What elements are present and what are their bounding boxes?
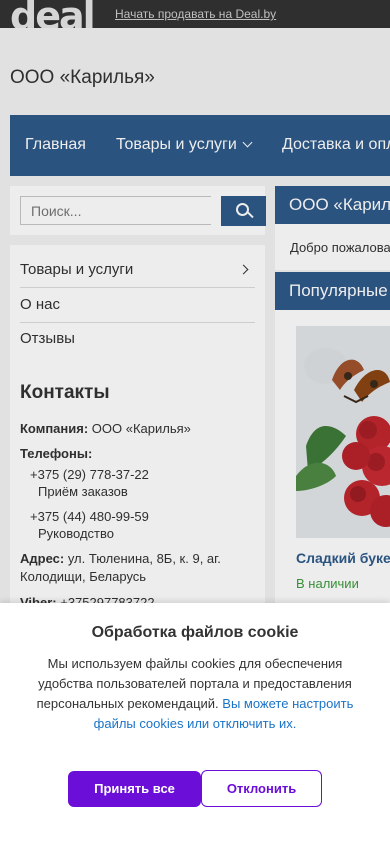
- cookie-banner: Обработка файлов cookie Мы используем фа…: [0, 603, 390, 844]
- cookie-title: Обработка файлов cookie: [91, 624, 299, 641]
- decline-button[interactable]: Отклонить: [201, 770, 322, 807]
- accept-all-button[interactable]: Принять все: [68, 771, 201, 807]
- cookie-text: Мы используем файлы cookies для обеспече…: [30, 654, 360, 734]
